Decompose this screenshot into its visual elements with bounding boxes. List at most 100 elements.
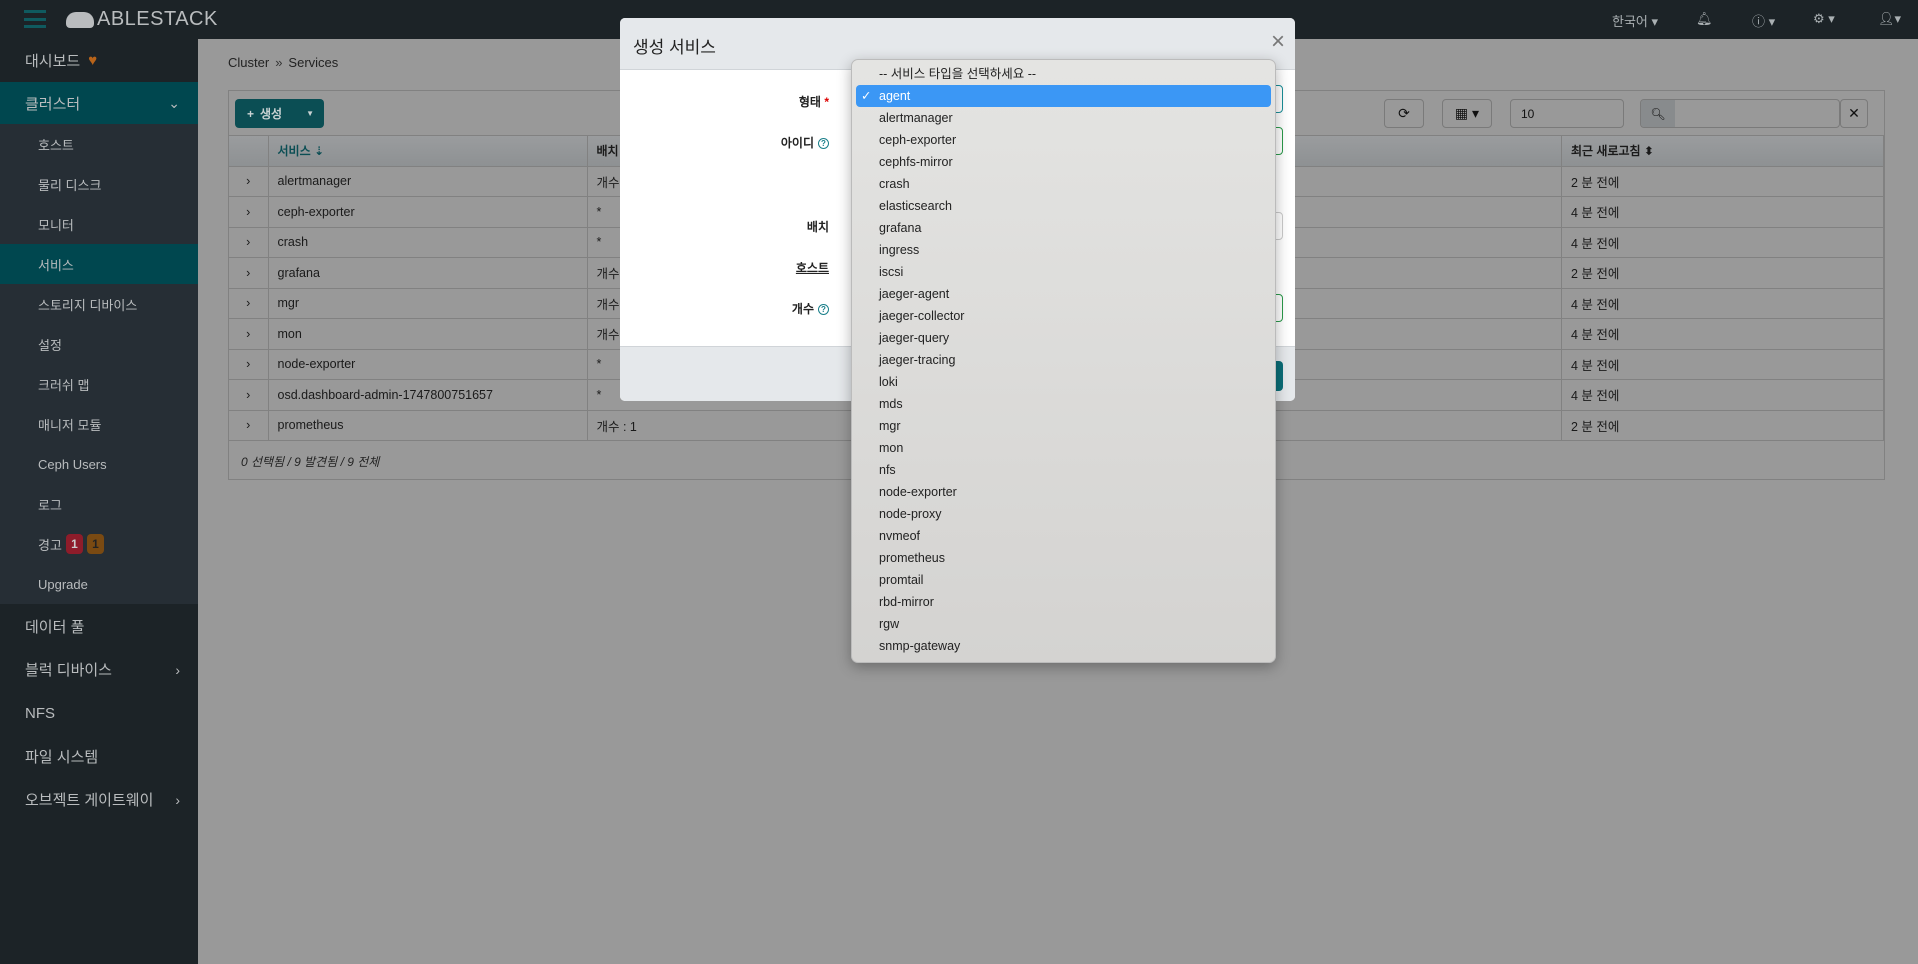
dropdown-option[interactable]: iscsi [856, 261, 1271, 283]
dropdown-placeholder-option[interactable]: -- 서비스 타입을 선택하세요 -- [856, 63, 1271, 85]
plus-icon: + [247, 106, 255, 121]
label-count: 개수? [792, 300, 829, 317]
sidebar-item-logs[interactable]: 로그 [0, 484, 198, 524]
dropdown-option[interactable]: mds [856, 393, 1271, 415]
dropdown-option[interactable]: jaeger-tracing [856, 349, 1271, 371]
column-toggle-button[interactable]: ▦ ▾ [1442, 99, 1492, 128]
dropdown-option[interactable]: cephfs-mirror [856, 151, 1271, 173]
sidebar-item-nfs[interactable]: NFS [0, 692, 198, 735]
column-header-last-refresh[interactable]: 최근 새로고침 ⬍ [1561, 136, 1884, 167]
sidebar-item-cluster[interactable]: 클러스터 ⌄ [0, 82, 198, 124]
dropdown-option[interactable]: jaeger-query [856, 327, 1271, 349]
brand-logo[interactable]: ABLESTACK [66, 8, 218, 31]
breadcrumb-services: Services [288, 55, 339, 70]
breadcrumb: Cluster» Services [228, 55, 339, 70]
dropdown-option[interactable]: jaeger-agent [856, 283, 1271, 305]
cell-service: mgr [268, 288, 588, 319]
cell-service: osd.dashboard-admin-1747800751657 [268, 379, 588, 411]
sidebar-item-filesystems[interactable]: 파일 시스템 [0, 735, 198, 778]
dropdown-option[interactable]: grafana [856, 217, 1271, 239]
cell-service: crash [268, 227, 588, 258]
bell-icon[interactable]: 🔔︎ [1696, 11, 1713, 27]
dropdown-option[interactable]: ✓ agent [856, 85, 1271, 107]
sidebar-item-hosts[interactable]: 호스트 [0, 124, 198, 164]
search-input[interactable]: 🔍︎ [1640, 99, 1840, 128]
sidebar-item-object-gateway[interactable]: 오브젝트 게이트웨이 › [0, 778, 198, 821]
dropdown-option[interactable]: nvmeof [856, 525, 1271, 547]
cell-service: ceph-exporter [268, 196, 588, 228]
cell-last-refresh: 4 분 전에 [1561, 379, 1884, 411]
gear-icon[interactable]: ⚙ ▾ [1813, 11, 1835, 27]
dropdown-option[interactable]: snmp-gateway [856, 635, 1271, 657]
sidebar-item-storage-devices[interactable]: 스토리지 디바이스 [0, 284, 198, 324]
language-dropdown[interactable]: 한국어 ▾ [1612, 11, 1658, 30]
warning-count-badge: 1 [86, 534, 104, 554]
sidebar-item-block[interactable]: 블럭 디바이스 › [0, 648, 198, 691]
close-icon[interactable]: × [1271, 28, 1285, 56]
cell-service: node-exporter [268, 349, 588, 380]
chevron-down-icon: ⌄ [168, 94, 180, 111]
breadcrumb-cluster[interactable]: Cluster [228, 55, 269, 70]
cell-last-refresh: 4 분 전에 [1561, 227, 1884, 258]
search-icon: 🔍︎ [1641, 100, 1675, 127]
expand-row-icon[interactable]: › [229, 318, 269, 350]
sidebar-item-services[interactable]: 서비스 [0, 244, 198, 284]
cell-last-refresh: 2 분 전에 [1561, 410, 1884, 441]
sidebar-item-ceph-users[interactable]: Ceph Users [0, 444, 198, 484]
sidebar-item-pools[interactable]: 데이터 풀 [0, 605, 198, 648]
clear-search-button[interactable]: ✕ [1840, 99, 1868, 128]
dropdown-option[interactable]: nfs [856, 459, 1271, 481]
menu-toggle-icon[interactable] [24, 10, 46, 28]
help-icon: ? [818, 304, 829, 316]
dropdown-option[interactable]: alertmanager [856, 107, 1271, 129]
dropdown-option[interactable]: prometheus [856, 547, 1271, 569]
expand-row-icon[interactable]: › [229, 257, 269, 289]
help-icon[interactable]: ⓘ ▾ [1752, 11, 1775, 30]
create-button[interactable]: + 생성 ▼ [235, 99, 324, 128]
dropdown-option[interactable]: node-exporter [856, 481, 1271, 503]
user-icon[interactable]: 👤︎▾ [1878, 11, 1901, 27]
sidebar-item-physical-disks[interactable]: 물리 디스크 [0, 164, 198, 204]
dropdown-option[interactable]: ingress [856, 239, 1271, 261]
sidebar-item-crush-map[interactable]: 크러쉬 맵 [0, 364, 198, 404]
dropdown-option[interactable]: loki [856, 371, 1271, 393]
expand-row-icon[interactable]: › [229, 196, 269, 228]
cell-last-refresh: 4 분 전에 [1561, 349, 1884, 380]
help-icon: ? [818, 138, 829, 150]
label-id: 아이디? [781, 134, 829, 151]
sidebar-item-configuration[interactable]: 설정 [0, 324, 198, 364]
sort-asc-icon: ⇣ [313, 144, 325, 159]
dropdown-option[interactable]: node-proxy [856, 503, 1271, 525]
expand-row-icon[interactable]: › [229, 349, 269, 380]
sidebar-item-alerts[interactable]: 경고 1 1 [0, 524, 198, 564]
sidebar-item-upgrade[interactable]: Upgrade [0, 564, 198, 604]
expand-row-icon[interactable]: › [229, 379, 269, 411]
dropdown-option[interactable]: mgr [856, 415, 1271, 437]
cell-last-refresh: 4 분 전에 [1561, 318, 1884, 350]
modal-title: 생성 서비스 [633, 38, 716, 57]
refresh-button[interactable]: ⟳ [1384, 99, 1424, 128]
dropdown-option[interactable]: elasticsearch [856, 195, 1271, 217]
expand-row-icon[interactable]: › [229, 166, 269, 197]
sidebar-item-monitors[interactable]: 모니터 [0, 204, 198, 244]
cell-service: grafana [268, 257, 588, 289]
dropdown-option[interactable]: crash [856, 173, 1271, 195]
expand-row-icon[interactable]: › [229, 288, 269, 319]
column-header-service[interactable]: 서비스 ⇣ [268, 136, 588, 167]
cell-last-refresh: 4 분 전에 [1561, 288, 1884, 319]
dropdown-option[interactable]: ceph-exporter [856, 129, 1271, 151]
cell-service: alertmanager [268, 166, 588, 197]
caret-down-icon: ▼ [306, 109, 314, 118]
sidebar-item-dashboard[interactable]: 대시보드 ♥ [0, 39, 198, 82]
dropdown-option[interactable]: promtail [856, 569, 1271, 591]
dropdown-option[interactable]: rbd-mirror [856, 591, 1271, 613]
expand-row-icon[interactable]: › [229, 227, 269, 258]
alert-count-badge: 1 [65, 534, 83, 554]
sidebar-item-manager-modules[interactable]: 매니저 모듈 [0, 404, 198, 444]
expand-row-icon[interactable]: › [229, 410, 269, 441]
dropdown-option[interactable]: mon [856, 437, 1271, 459]
dropdown-option[interactable]: rgw [856, 613, 1271, 635]
cell-last-refresh: 2 분 전에 [1561, 257, 1884, 289]
page-size-input[interactable]: 10 [1510, 99, 1624, 128]
dropdown-option[interactable]: jaeger-collector [856, 305, 1271, 327]
